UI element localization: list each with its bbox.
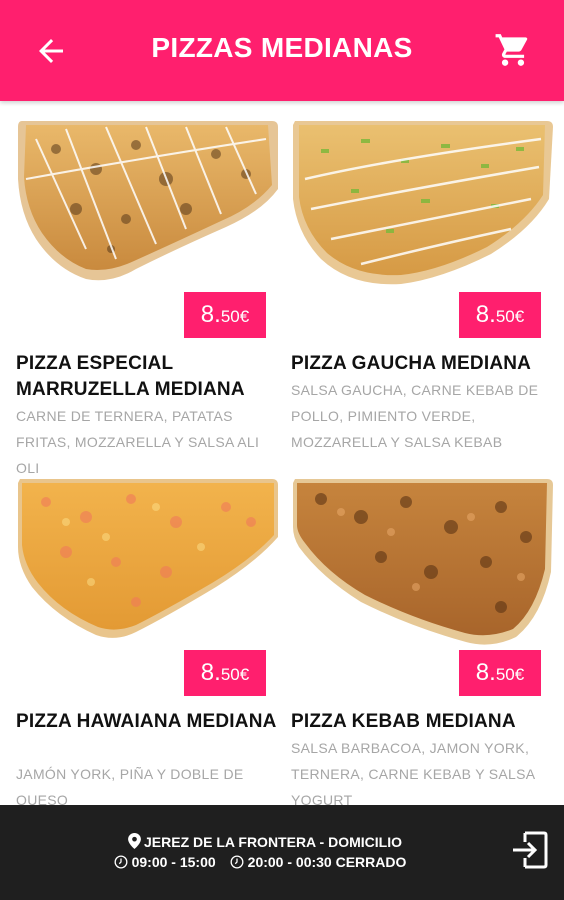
product-name: PIZZA GAUCHA MEDIANA <box>291 353 532 374</box>
shopping-cart-icon[interactable] <box>494 31 532 69</box>
product-name: PIZZA ESPECIAL MARRUZELLA MEDIANA <box>16 353 245 400</box>
location-label: JEREZ DE LA FRONTERA - DOMICILIO <box>144 834 402 850</box>
store-location: JEREZ DE LA FRONTERA - DOMICILIO <box>0 833 530 850</box>
clock-icon <box>230 855 244 869</box>
pizza-image <box>18 479 278 638</box>
hours-evening: 20:00 - 00:30 <box>247 854 332 870</box>
store-status: CERRADO <box>335 854 407 870</box>
hours-morning: 09:00 - 15:00 <box>131 854 216 870</box>
product-name: PIZZA HAWAIANA MEDIANA <box>16 711 277 732</box>
map-pin-icon <box>128 833 141 849</box>
price-badge: 8.50€ <box>459 650 541 696</box>
opening-hours: 09:00 - 15:00 20:00 - 00:30 CERRADO <box>0 854 520 870</box>
pizza-image <box>18 121 278 281</box>
product-description: JAMÓN YORK, PIÑA Y DOBLE DE QUESO <box>16 766 244 805</box>
clock-icon <box>114 855 128 869</box>
page-title: PIZZAS MEDIANAS <box>151 32 413 63</box>
pizza-image <box>293 479 553 645</box>
exit-icon[interactable] <box>511 830 549 870</box>
product-grid: 8.50€ PIZZA ESPECIAL MARRUZELLA MEDIANA … <box>0 101 564 805</box>
product-name: PIZZA KEBAB MEDIANA <box>291 711 516 732</box>
app-header: PIZZAS MEDIANAS <box>0 0 564 101</box>
product-description: SALSA BARBACOA, JAMON YORK, TERNERA, CAR… <box>291 740 535 805</box>
store-info-footer: JEREZ DE LA FRONTERA - DOMICILIO 09:00 -… <box>0 805 564 900</box>
pizza-image <box>293 121 553 285</box>
product-description: SALSA GAUCHA, CARNE KEBAB DE POLLO, PIMI… <box>291 382 539 450</box>
product-description: CARNE DE TERNERA, PATATAS FRITAS, MOZZAR… <box>16 408 260 476</box>
price-badge: 8.50€ <box>184 292 266 338</box>
price-badge: 8.50€ <box>459 292 541 338</box>
price-badge: 8.50€ <box>184 650 266 696</box>
